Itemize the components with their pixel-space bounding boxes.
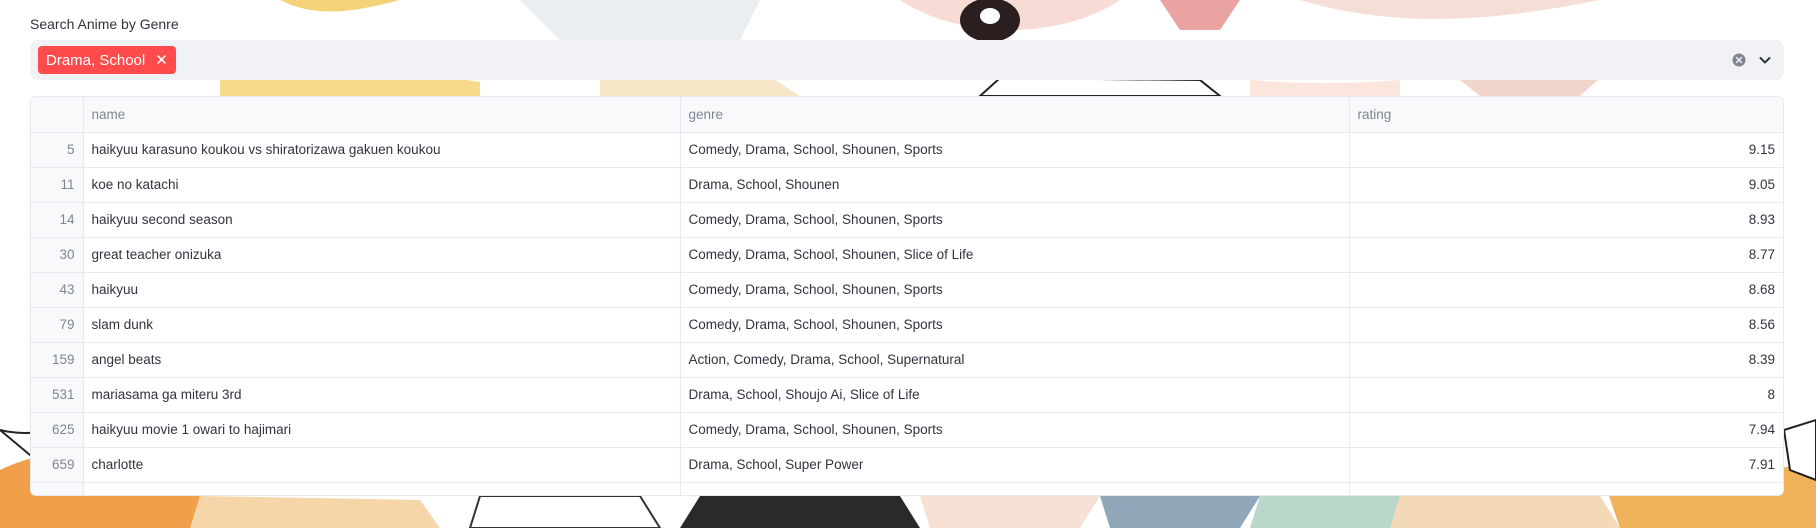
name-cell[interactable]: koe no katachi [83, 167, 681, 203]
column-header-rating[interactable]: rating [1349, 97, 1783, 133]
genre-cell[interactable]: Comedy, Drama, School, Shounen, Slice of… [680, 237, 1350, 273]
row-index-cell[interactable]: 625 [31, 412, 84, 448]
name-cell[interactable]: haikyuu karasuno koukou vs shiratorizawa… [83, 132, 681, 168]
genre-cell[interactable]: Drama, School, Shoujo Ai, Slice of Life [680, 377, 1350, 413]
name-cell[interactable]: great teacher onizuka [83, 237, 681, 273]
rating-cell[interactable]: 7.91 [1349, 447, 1783, 483]
table-row[interactable]: 531 mariasama ga miteru 3rd Drama, School,… [31, 377, 1783, 413]
empty-cell [1349, 482, 1783, 495]
table-row-partial [31, 482, 1783, 495]
empty-cell [680, 482, 1350, 495]
name-cell[interactable]: angel beats [83, 342, 681, 378]
table-row[interactable]: 14 haikyuu second season Comedy, Drama, Sc… [31, 202, 1783, 238]
row-index-cell[interactable]: 159 [31, 342, 84, 378]
table-row[interactable]: 43 haikyuu Comedy, Drama, School, Shounen,… [31, 272, 1783, 308]
table-header-row: name genre rating [31, 97, 1783, 133]
table-row[interactable]: 159 angel beats Action, Comedy, Drama, Sch… [31, 342, 1783, 378]
column-header-name[interactable]: name [83, 97, 681, 133]
rating-cell[interactable]: 9.05 [1349, 167, 1783, 203]
genre-cell[interactable]: Comedy, Drama, School, Shounen, Sports [680, 307, 1350, 343]
row-index-cell[interactable]: 5 [31, 132, 84, 168]
row-index-cell[interactable]: 531 [31, 377, 84, 413]
selected-genre-tag[interactable]: Drama, School ✕ [38, 46, 176, 74]
column-header-genre[interactable]: genre [680, 97, 1350, 133]
name-cell[interactable]: haikyuu [83, 272, 681, 308]
rating-cell[interactable]: 8 [1349, 377, 1783, 413]
row-index-cell[interactable]: 30 [31, 237, 84, 273]
row-index-cell[interactable]: 659 [31, 447, 84, 483]
empty-cell [31, 482, 84, 495]
multiselect-controls [1730, 51, 1776, 69]
genre-cell[interactable]: Drama, School, Super Power [680, 447, 1350, 483]
table-row[interactable]: 5 haikyuu karasuno koukou vs shiratorizaw… [31, 132, 1783, 168]
genre-multiselect[interactable]: Drama, School ✕ [30, 40, 1784, 80]
rating-cell[interactable]: 8.77 [1349, 237, 1783, 273]
table-row[interactable]: 79 slam dunk Comedy, Drama, School, Shoune… [31, 307, 1783, 343]
genre-cell[interactable]: Comedy, Drama, School, Shounen, Sports [680, 272, 1350, 308]
genre-cell[interactable]: Drama, School, Shounen [680, 167, 1350, 203]
name-cell[interactable]: slam dunk [83, 307, 681, 343]
row-index-cell[interactable]: 79 [31, 307, 84, 343]
rating-cell[interactable]: 9.15 [1349, 132, 1783, 168]
table-row[interactable]: 625 haikyuu movie 1 owari to hajimari Come… [31, 412, 1783, 448]
chevron-down-icon[interactable] [1756, 51, 1774, 69]
genre-cell[interactable]: Comedy, Drama, School, Shounen, Sports [680, 202, 1350, 238]
genre-search-label: Search Anime by Genre [30, 16, 181, 32]
name-cell[interactable]: haikyuu movie 1 owari to hajimari [83, 412, 681, 448]
results-table: name genre rating 5 haikyuu karasuno kouk… [31, 97, 1783, 495]
genre-cell[interactable]: Comedy, Drama, School, Shounen, Sports [680, 412, 1350, 448]
close-icon[interactable]: ✕ [155, 53, 168, 68]
rating-cell[interactable]: 8.56 [1349, 307, 1783, 343]
row-index-cell[interactable]: 11 [31, 167, 84, 203]
row-index-cell[interactable]: 43 [31, 272, 84, 308]
name-cell[interactable]: mariasama ga miteru 3rd [83, 377, 681, 413]
rating-cell[interactable]: 7.94 [1349, 412, 1783, 448]
selected-genre-tag-label: Drama, School [46, 51, 146, 69]
rating-cell[interactable]: 8.39 [1349, 342, 1783, 378]
rating-cell[interactable]: 8.93 [1349, 202, 1783, 238]
genre-cell[interactable]: Action, Comedy, Drama, School, Supernatu… [680, 342, 1350, 378]
empty-cell [83, 482, 681, 495]
name-cell[interactable]: charlotte [83, 447, 681, 483]
results-dataframe[interactable]: name genre rating 5 haikyuu karasuno kouk… [30, 96, 1784, 496]
table-row[interactable]: 11 koe no katachi Drama, School, Shounen 9.… [31, 167, 1783, 203]
clear-circle-icon[interactable] [1730, 51, 1748, 69]
rating-cell[interactable]: 8.68 [1349, 272, 1783, 308]
table-body: 5 haikyuu karasuno koukou vs shiratorizaw… [31, 132, 1783, 495]
column-header-index[interactable] [31, 97, 84, 133]
table-row[interactable]: 659 charlotte Drama, School, Super Power 7.… [31, 447, 1783, 483]
genre-cell[interactable]: Comedy, Drama, School, Shounen, Sports [680, 132, 1350, 168]
table-row[interactable]: 30 great teacher onizuka Comedy, Drama, Sc… [31, 237, 1783, 273]
name-cell[interactable]: haikyuu second season [83, 202, 681, 238]
row-index-cell[interactable]: 14 [31, 202, 84, 238]
